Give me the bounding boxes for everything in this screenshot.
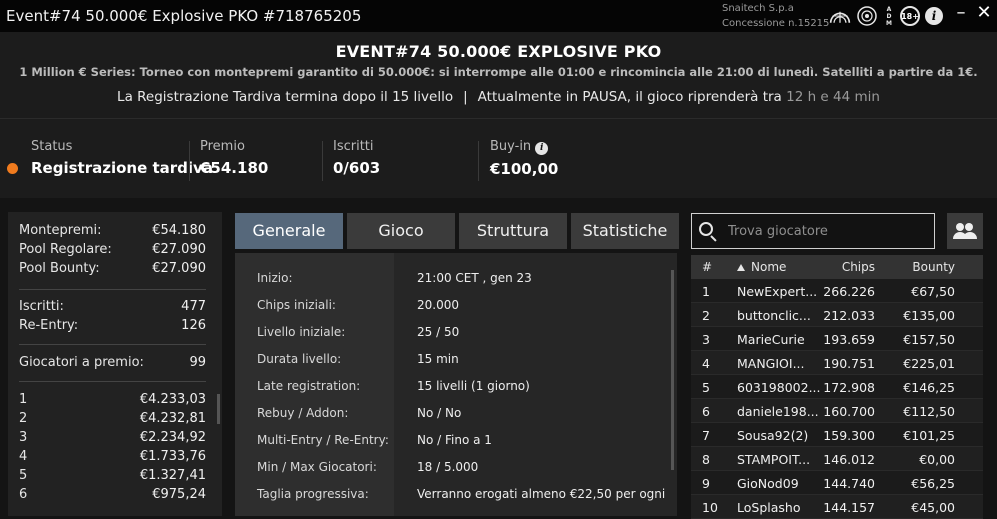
- summary-row: Giocatori a premio: 99: [19, 355, 206, 370]
- buyin-info-icon[interactable]: i: [535, 142, 549, 155]
- seal-icon: [856, 5, 878, 27]
- summary-row: Iscritti: 477: [19, 299, 206, 314]
- table-row[interactable]: 9 GioNod09 144.740 €56,25: [691, 471, 983, 495]
- payout-row: 1 €4.233,03: [19, 392, 206, 407]
- search-icon-handle: [710, 235, 717, 242]
- general-info-panel: Inizio: 21:00 CET , gen 23 Chips iniziali…: [235, 253, 677, 516]
- tab-generale[interactable]: Generale: [235, 213, 343, 249]
- status-label: Status: [31, 139, 73, 154]
- payout-row: 6 €975,24: [19, 487, 206, 502]
- general-scrollbar[interactable]: [671, 270, 674, 470]
- status-dot-icon: [7, 163, 18, 174]
- tab-gioco[interactable]: Gioco: [347, 213, 455, 249]
- table-row[interactable]: 4 MANGIOI... 190.751 €225,01: [691, 351, 983, 375]
- divider: [19, 381, 206, 382]
- tab-struttura[interactable]: Struttura: [459, 213, 567, 249]
- search-input[interactable]: [728, 220, 928, 242]
- col-chips[interactable]: Chips: [842, 260, 875, 274]
- summary-row: Montepremi: €54.180: [19, 223, 206, 238]
- pause-text: Attualmente in PAUSA, il gioco riprender…: [477, 89, 782, 105]
- table-row[interactable]: 8 STAMPOIT... 146.012 €0,00: [691, 447, 983, 471]
- divider: [19, 344, 206, 345]
- friends-button[interactable]: [947, 213, 983, 249]
- close-button[interactable]: ✕: [973, 0, 995, 28]
- regulatory-icons: ADM 18+ i: [829, 4, 943, 28]
- buyin-value: €100,00: [490, 160, 559, 178]
- table-row[interactable]: 6 daniele198... 160.700 €112,50: [691, 399, 983, 423]
- sort-asc-icon: [737, 264, 745, 271]
- license-info: Snaitech S.p.a Concessione n.15215: [722, 1, 829, 31]
- entrants-label: Iscritti: [333, 139, 374, 154]
- col-name[interactable]: Nome: [737, 260, 823, 274]
- entrants-value: 0/603: [333, 159, 381, 177]
- tournament-description: 1 Million € Series: Torneo con monteprem…: [19, 65, 978, 79]
- users-icon: [965, 223, 973, 231]
- table-header: # Nome Chips Bounty: [691, 255, 983, 279]
- prize-value: €54.180: [200, 159, 269, 177]
- title-bar: Event#74 50.000€ Explosive PKO #71876520…: [0, 0, 997, 32]
- info-icon[interactable]: i: [925, 7, 943, 25]
- adm-text-icon: ADM: [886, 5, 892, 27]
- prize-summary-panel: Montepremi: €54.180 Pool Regolare: €27.090…: [8, 212, 222, 516]
- late-registration-info: La Registrazione Tardiva termina dopo il…: [0, 89, 997, 105]
- payout-row: 4 €1.733,76: [19, 449, 206, 464]
- prize-stat: Premio €54.180: [200, 139, 268, 177]
- stats-bar: Status Registrazione tardiva Premio €54.…: [0, 118, 997, 198]
- tournament-header: EVENT#74 50.000€ EXPLOSIVE PKO 1 Million…: [0, 32, 997, 118]
- license-company: Snaitech S.p.a: [722, 3, 794, 14]
- license-number: Concessione n.15215: [722, 18, 830, 29]
- tournament-title: EVENT#74 50.000€ EXPLOSIVE PKO: [335, 42, 662, 61]
- col-bounty[interactable]: Bounty: [912, 260, 955, 274]
- separator: |: [463, 89, 468, 105]
- table-row[interactable]: 1 NewExpert... 266.226 €67,50: [691, 279, 983, 303]
- summary-row: Pool Bounty: €27.090: [19, 261, 206, 276]
- col-rank[interactable]: #: [702, 260, 712, 274]
- stat-divider: [189, 141, 190, 181]
- table-row[interactable]: 7 Sousa92(2) 159.300 €101,25: [691, 423, 983, 447]
- summary-row: Re-Entry: 126: [19, 318, 206, 333]
- payout-row: 5 €1.327,41: [19, 468, 206, 483]
- buyin-stat: Buy-in i €100,00: [490, 139, 558, 178]
- stat-divider: [478, 141, 479, 181]
- player-search: [691, 213, 935, 249]
- entrants-stat: Iscritti 0/603: [333, 139, 380, 177]
- divider: [19, 289, 206, 290]
- window-title: Event#74 50.000€ Explosive PKO #71876520…: [6, 7, 362, 25]
- table-row[interactable]: 3 MarieCurie 193.659 €157,50: [691, 327, 983, 351]
- buyin-label-row: Buy-in i: [490, 139, 558, 155]
- search-icon: [699, 222, 713, 236]
- payout-row: 2 €4.232,81: [19, 411, 206, 426]
- status-value: Registrazione tardiva: [31, 159, 213, 177]
- summary-row: Pool Regolare: €27.090: [19, 242, 206, 257]
- players-table: # Nome Chips Bounty 1 NewExpert... 266.226…: [691, 255, 983, 519]
- payout-row: 3 €2.234,92: [19, 430, 206, 445]
- status-stat: Status Registrazione tardiva: [31, 139, 213, 177]
- table-row[interactable]: 10 LoSplasho 144.157 €45,00: [691, 495, 983, 519]
- late-registration-text: La Registrazione Tardiva termina dopo il…: [117, 89, 454, 105]
- tab-statistiche[interactable]: Statistiche: [571, 213, 679, 249]
- pause-countdown: 12 h e 44 min: [786, 89, 880, 105]
- table-row[interactable]: 5 603198002... 172.908 €146,25: [691, 375, 983, 399]
- stat-divider: [322, 141, 323, 181]
- table-row[interactable]: 2 buttonclic... 212.033 €135,00: [691, 303, 983, 327]
- payouts-scrollbar[interactable]: [217, 394, 220, 424]
- buyin-label: Buy-in: [490, 139, 532, 154]
- minimize-button[interactable]: –: [950, 0, 972, 28]
- age-18-icon: 18+: [900, 6, 920, 26]
- adm-logo-icon: [829, 5, 851, 27]
- prize-label: Premio: [200, 139, 245, 154]
